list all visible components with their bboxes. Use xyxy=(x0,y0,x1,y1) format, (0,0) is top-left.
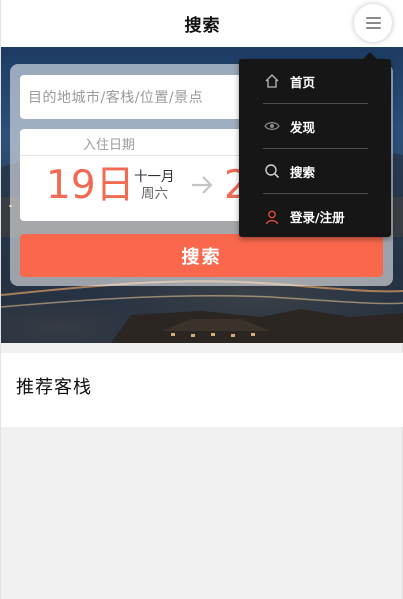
page-title: 搜索 xyxy=(184,16,221,36)
checkin-label: 入住日期 xyxy=(83,138,136,153)
menu-item-home[interactable]: 首页 xyxy=(263,59,368,104)
checkin-weekday: 周六 xyxy=(141,186,168,202)
user-icon xyxy=(263,208,281,226)
destination-placeholder: 目的地城市/客栈/位置/景点 xyxy=(28,90,204,106)
menu-item-label: 发现 xyxy=(290,119,316,135)
recommend-title: 推荐客栈 xyxy=(16,377,92,398)
menu-item-label: 登录/注册 xyxy=(290,210,345,225)
hamburger-icon xyxy=(365,17,381,29)
checkin-day[interactable]: 19日 xyxy=(46,163,135,209)
menu-item-search[interactable]: 搜索 xyxy=(263,149,368,194)
menu-item-label: 搜索 xyxy=(290,164,316,180)
arrow-right-icon xyxy=(192,176,213,194)
checkin-month: 十一月 xyxy=(134,169,175,185)
search-button[interactable]: 搜索 xyxy=(20,234,383,277)
menu-item-discover[interactable]: 发现 xyxy=(263,104,368,149)
search-icon xyxy=(263,162,281,180)
search-button-label: 搜索 xyxy=(181,246,222,267)
eye-icon xyxy=(263,117,281,135)
menu-item-label: 首页 xyxy=(290,74,316,90)
recommend-section: 推荐客栈 xyxy=(1,353,403,427)
dropdown-menu: 首页 发现 搜索 登录/注册 xyxy=(239,52,391,239)
menu-item-login[interactable]: 登录/注册 xyxy=(263,194,368,239)
menu-button[interactable] xyxy=(354,4,392,42)
home-icon xyxy=(263,72,281,90)
app-header: 搜索 xyxy=(1,0,403,47)
